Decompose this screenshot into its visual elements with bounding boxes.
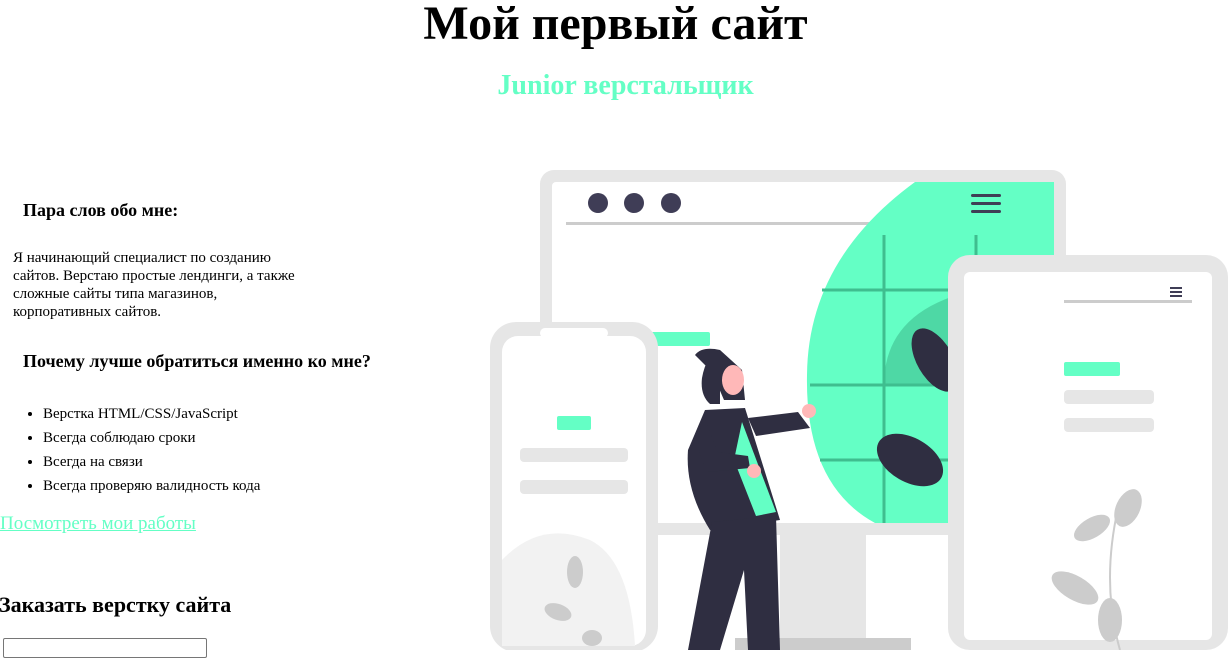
why-heading: Почему лучше обратиться именно ко мне? [23, 351, 371, 371]
list-item: Верстка HTML/CSS/JavaScript [43, 402, 260, 426]
order-input[interactable] [3, 638, 207, 658]
view-works-link[interactable]: Посмотреть мои работы [0, 513, 196, 535]
list-item: Всегда проверяю валидность кода [43, 474, 260, 498]
page-title: Мой первый сайт [423, 0, 808, 50]
developer-with-devices-illustration [490, 170, 1228, 650]
about-text: Я начинающий специалист по созданию сайт… [13, 250, 295, 320]
page-subtitle: Junior верстальщик [497, 70, 754, 101]
list-item: Всегда на связи [43, 450, 260, 474]
order-heading: Заказать верстку сайта [0, 592, 232, 617]
list-item: Всегда соблюдаю сроки [43, 426, 260, 450]
skills-list: Верстка HTML/CSS/JavaScript Всегда соблю… [23, 402, 260, 498]
about-heading: Пара слов обо мне: [23, 200, 179, 220]
